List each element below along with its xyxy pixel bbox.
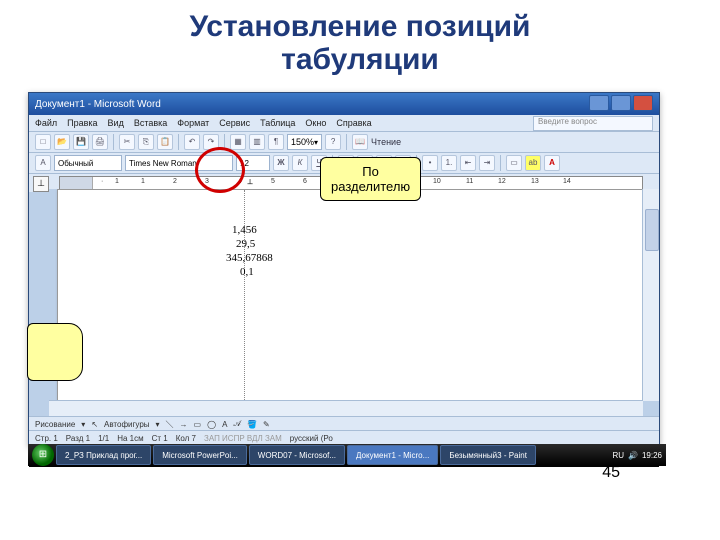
- copy-icon[interactable]: ⎘: [138, 134, 154, 150]
- system-tray[interactable]: RU 🔊 19:26: [612, 451, 662, 460]
- taskbar-item[interactable]: 2_РЗ Приклад прог...: [56, 445, 151, 465]
- menu-help[interactable]: Справка: [336, 118, 371, 128]
- numbering-icon[interactable]: 1.: [441, 155, 457, 171]
- highlight-icon[interactable]: ab: [525, 155, 541, 171]
- status-bar: Стр. 1 Разд 1 1/1 На 1см Ст 1 Кол 7 ЗАП …: [29, 430, 659, 445]
- table-icon[interactable]: ▦: [230, 134, 246, 150]
- bold-icon[interactable]: Ж: [273, 155, 289, 171]
- window-title: Документ1 - Microsoft Word: [35, 99, 161, 110]
- menu-insert[interactable]: Вставка: [134, 118, 167, 128]
- tray-clock: 19:26: [642, 451, 662, 460]
- status-pages: 1/1: [98, 434, 109, 443]
- status-line: Ст 1: [152, 434, 168, 443]
- title-bar: Документ1 - Microsoft Word: [29, 93, 659, 115]
- status-lang: русский (Ро: [290, 434, 333, 443]
- standard-toolbar[interactable]: □ 📂 💾 🖨 ✂ ⎘ 📋 ↶ ↷ ▦ ▥ ¶ 150% ▾ ? 📖 Чтени…: [29, 132, 659, 153]
- horizontal-scrollbar[interactable]: [49, 400, 643, 417]
- show-marks-icon[interactable]: ¶: [268, 134, 284, 150]
- cut-icon[interactable]: ✂: [119, 134, 135, 150]
- status-col: Кол 7: [176, 434, 196, 443]
- slide-page-number: 45: [602, 464, 620, 482]
- menu-format[interactable]: Формат: [177, 118, 209, 128]
- indent-dec-icon[interactable]: ⇤: [460, 155, 476, 171]
- menu-file[interactable]: Файл: [35, 118, 57, 128]
- autoshapes-label[interactable]: Автофигуры: [104, 420, 150, 429]
- textbox-icon[interactable]: A: [222, 420, 227, 429]
- bullets-icon[interactable]: •: [422, 155, 438, 171]
- tray-lang[interactable]: RU: [612, 451, 624, 460]
- page[interactable]: 1,456 29,5 345,67868 0,1: [57, 189, 643, 401]
- callout-decimal-tab: По разделителю: [320, 157, 421, 201]
- taskbar-item[interactable]: WORD07 - Microsof...: [249, 445, 345, 465]
- vertical-scrollbar[interactable]: [642, 189, 659, 401]
- line-icon[interactable]: ＼: [166, 419, 174, 430]
- status-page: Стр. 1: [35, 434, 58, 443]
- menu-view[interactable]: Вид: [108, 118, 124, 128]
- italic-icon[interactable]: К: [292, 155, 308, 171]
- maximize-icon: [611, 95, 631, 111]
- status-at: На 1см: [117, 434, 143, 443]
- fill-color-icon[interactable]: 🪣: [247, 420, 257, 429]
- new-icon[interactable]: □: [35, 134, 51, 150]
- save-icon[interactable]: 💾: [73, 134, 89, 150]
- minimize-icon: [589, 95, 609, 111]
- menu-table[interactable]: Таблица: [260, 118, 295, 128]
- oval-icon[interactable]: ◯: [207, 420, 216, 429]
- annotation-circle: [195, 147, 245, 193]
- status-section: Разд 1: [66, 434, 90, 443]
- read-icon[interactable]: 📖: [352, 134, 368, 150]
- tab-guide-line: [244, 190, 245, 401]
- drawing-toolbar[interactable]: Рисование▾ ↖ Автофигуры▾ ＼ → ▭ ◯ A 𝒜 🪣 ✎: [29, 416, 659, 431]
- menu-tools[interactable]: Сервис: [219, 118, 250, 128]
- slide-title: Установление позиций табуляции: [0, 0, 720, 80]
- ask-question-input[interactable]: Введите вопрос: [533, 116, 653, 131]
- document-area[interactable]: 1,456 29,5 345,67868 0,1: [49, 189, 643, 401]
- borders-icon[interactable]: ▭: [506, 155, 522, 171]
- menu-edit[interactable]: Правка: [67, 118, 97, 128]
- print-icon[interactable]: 🖨: [92, 134, 108, 150]
- callout-side: [27, 323, 83, 381]
- status-modes: ЗАП ИСПР ВДЛ ЗАМ: [204, 434, 282, 443]
- line-color-icon[interactable]: ✎: [263, 420, 270, 429]
- doc-line: 29,5: [236, 238, 255, 250]
- taskbar-item[interactable]: Microsoft PowerPoi...: [153, 445, 247, 465]
- help-icon[interactable]: ?: [325, 134, 341, 150]
- indent-inc-icon[interactable]: ⇥: [479, 155, 495, 171]
- paste-icon[interactable]: 📋: [157, 134, 173, 150]
- menu-window[interactable]: Окно: [305, 118, 326, 128]
- tray-sound-icon[interactable]: 🔊: [628, 451, 638, 460]
- draw-menu-label[interactable]: Рисование: [35, 420, 75, 429]
- wordart-icon[interactable]: 𝒜: [233, 419, 241, 429]
- menu-bar[interactable]: Файл Правка Вид Вставка Формат Сервис Та…: [29, 115, 659, 132]
- columns-icon[interactable]: ▥: [249, 134, 265, 150]
- arrow-icon[interactable]: →: [180, 420, 188, 429]
- open-icon[interactable]: 📂: [54, 134, 70, 150]
- select-arrow-icon[interactable]: ↖: [91, 420, 98, 429]
- word-window: Документ1 - Microsoft Word Файл Правка В…: [28, 92, 660, 446]
- rect-icon[interactable]: ▭: [194, 420, 202, 429]
- style-select[interactable]: Обычный: [54, 155, 122, 171]
- doc-line: 0,1: [240, 266, 254, 278]
- read-mode-label[interactable]: Чтение: [371, 137, 401, 147]
- styles-icon[interactable]: A: [35, 155, 51, 171]
- doc-line: 1,456: [232, 224, 257, 236]
- zoom-select[interactable]: 150% ▾: [287, 134, 322, 150]
- font-color-icon[interactable]: A: [544, 155, 560, 171]
- undo-icon[interactable]: ↶: [184, 134, 200, 150]
- windows-taskbar[interactable]: ⊞ 2_РЗ Приклад прог... Microsoft PowerPo…: [28, 444, 666, 466]
- taskbar-item[interactable]: Безымянный3 - Paint: [440, 445, 536, 465]
- window-controls[interactable]: [587, 95, 653, 114]
- taskbar-item-active[interactable]: Документ1 - Micro...: [347, 445, 438, 465]
- doc-line: 345,67868: [226, 252, 273, 264]
- decimal-tab-stop[interactable]: ⊥: [247, 178, 253, 186]
- start-button[interactable]: ⊞: [32, 444, 54, 466]
- tab-type-selector[interactable]: ⊥: [33, 176, 49, 192]
- close-icon: [633, 95, 653, 111]
